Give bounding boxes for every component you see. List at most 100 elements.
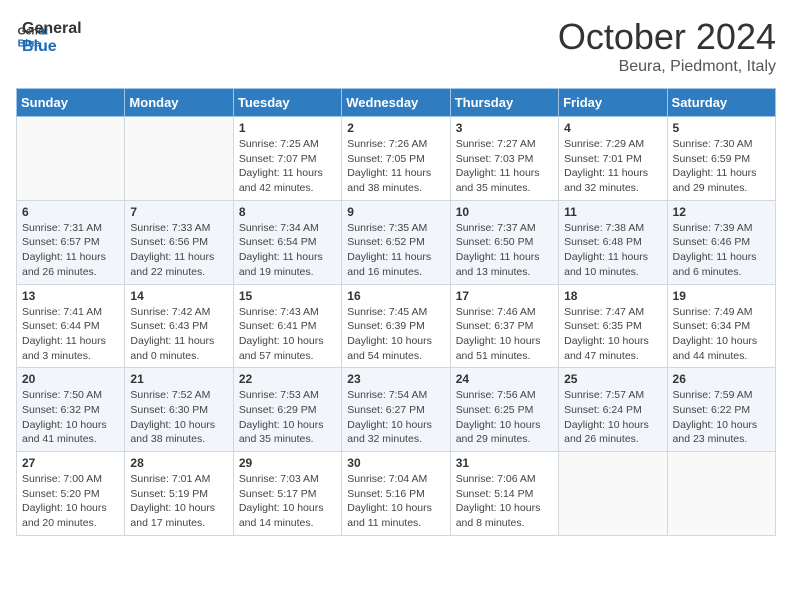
day-number: 9 — [347, 205, 444, 219]
day-number: 31 — [456, 456, 553, 470]
day-number: 8 — [239, 205, 336, 219]
calendar-cell: 15 Sunrise: 7:43 AMSunset: 6:41 PMDayligh… — [233, 284, 341, 368]
calendar-cell — [559, 452, 667, 536]
day-number: 6 — [22, 205, 119, 219]
calendar-cell: 6 Sunrise: 7:31 AMSunset: 6:57 PMDaylight… — [17, 200, 125, 284]
day-number: 24 — [456, 372, 553, 386]
calendar-cell: 23 Sunrise: 7:54 AMSunset: 6:27 PMDayligh… — [342, 368, 450, 452]
cell-info: Sunrise: 7:49 AMSunset: 6:34 PMDaylight:… — [673, 305, 770, 364]
logo: General Blue General Blue — [16, 16, 82, 55]
cell-info: Sunrise: 7:50 AMSunset: 6:32 PMDaylight:… — [22, 388, 119, 447]
day-number: 28 — [130, 456, 227, 470]
cell-info: Sunrise: 7:27 AMSunset: 7:03 PMDaylight:… — [456, 137, 553, 196]
cell-info: Sunrise: 7:41 AMSunset: 6:44 PMDaylight:… — [22, 305, 119, 364]
day-number: 23 — [347, 372, 444, 386]
calendar-cell: 17Sunrise: 7:46 AMSunset: 6:37 PMDayligh… — [450, 284, 558, 368]
day-number: 19 — [673, 289, 770, 303]
cell-info: Sunrise: 7:37 AMSunset: 6:50 PMDaylight:… — [456, 221, 553, 280]
day-number: 1 — [239, 121, 336, 135]
day-header-thursday: Thursday — [450, 89, 558, 117]
day-number: 12 — [673, 205, 770, 219]
cell-info: Sunrise: 7:45 AMSunset: 6:39 PMDaylight:… — [347, 305, 444, 364]
day-number: 2 — [347, 121, 444, 135]
cell-info: Sunrise: 7:34 AMSunset: 6:54 PMDaylight:… — [239, 221, 336, 280]
title-block: October 2024 Beura, Piedmont, Italy — [558, 16, 776, 76]
calendar-cell: 24 Sunrise: 7:56 AMSunset: 6:25 PMDayligh… — [450, 368, 558, 452]
cell-info: Sunrise: 7:00 AMSunset: 5:20 PMDaylight:… — [22, 472, 119, 531]
cell-info: Sunrise: 7:26 AMSunset: 7:05 PMDaylight:… — [347, 137, 444, 196]
logo-general: General — [22, 20, 82, 38]
cell-info: Sunrise: 7:06 AMSunset: 5:14 PMDaylight:… — [456, 472, 553, 531]
cell-info: Sunrise: 7:04 AMSunset: 5:16 PMDaylight:… — [347, 472, 444, 531]
cell-info: Sunrise: 7:56 AMSunset: 6:25 PMDaylight:… — [456, 388, 553, 447]
day-header-monday: Monday — [125, 89, 233, 117]
day-header-sunday: Sunday — [17, 89, 125, 117]
cell-info: Sunrise: 7:29 AMSunset: 7:01 PMDaylight:… — [564, 137, 661, 196]
cell-info: Sunrise: 7:59 AMSunset: 6:22 PMDaylight:… — [673, 388, 770, 447]
calendar-cell: 29 Sunrise: 7:03 AMSunset: 5:17 PMDayligh… — [233, 452, 341, 536]
calendar-cell: 31 Sunrise: 7:06 AMSunset: 5:14 PMDayligh… — [450, 452, 558, 536]
month-title: October 2024 — [558, 16, 776, 58]
page-header: General Blue General Blue October 2024 B… — [16, 16, 776, 76]
cell-info: Sunrise: 7:03 AMSunset: 5:17 PMDaylight:… — [239, 472, 336, 531]
cell-info: Sunrise: 7:52 AMSunset: 6:30 PMDaylight:… — [130, 388, 227, 447]
cell-info: Sunrise: 7:35 AMSunset: 6:52 PMDaylight:… — [347, 221, 444, 280]
day-number: 13 — [22, 289, 119, 303]
calendar-week-row: 13 Sunrise: 7:41 AMSunset: 6:44 PMDayligh… — [17, 284, 776, 368]
day-number: 22 — [239, 372, 336, 386]
calendar-cell — [17, 117, 125, 201]
cell-info: Sunrise: 7:25 AMSunset: 7:07 PMDaylight:… — [239, 137, 336, 196]
cell-info: Sunrise: 7:01 AMSunset: 5:19 PMDaylight:… — [130, 472, 227, 531]
calendar-cell — [667, 452, 775, 536]
day-number: 18 — [564, 289, 661, 303]
cell-info: Sunrise: 7:46 AMSunset: 6:37 PMDaylight:… — [456, 305, 553, 364]
calendar-cell: 11Sunrise: 7:38 AMSunset: 6:48 PMDayligh… — [559, 200, 667, 284]
cell-info: Sunrise: 7:57 AMSunset: 6:24 PMDaylight:… — [564, 388, 661, 447]
location: Beura, Piedmont, Italy — [558, 58, 776, 76]
cell-info: Sunrise: 7:39 AMSunset: 6:46 PMDaylight:… — [673, 221, 770, 280]
calendar-week-row: 1 Sunrise: 7:25 AMSunset: 7:07 PMDaylight… — [17, 117, 776, 201]
calendar-week-row: 27 Sunrise: 7:00 AMSunset: 5:20 PMDayligh… — [17, 452, 776, 536]
cell-info: Sunrise: 7:31 AMSunset: 6:57 PMDaylight:… — [22, 221, 119, 280]
calendar-cell: 14Sunrise: 7:42 AMSunset: 6:43 PMDayligh… — [125, 284, 233, 368]
cell-info: Sunrise: 7:38 AMSunset: 6:48 PMDaylight:… — [564, 221, 661, 280]
day-header-wednesday: Wednesday — [342, 89, 450, 117]
day-number: 21 — [130, 372, 227, 386]
calendar-cell: 25 Sunrise: 7:57 AMSunset: 6:24 PMDayligh… — [559, 368, 667, 452]
day-number: 5 — [673, 121, 770, 135]
calendar-cell: 26Sunrise: 7:59 AMSunset: 6:22 PMDayligh… — [667, 368, 775, 452]
calendar-cell — [125, 117, 233, 201]
day-number: 25 — [564, 372, 661, 386]
day-number: 29 — [239, 456, 336, 470]
day-number: 20 — [22, 372, 119, 386]
calendar-cell: 13 Sunrise: 7:41 AMSunset: 6:44 PMDayligh… — [17, 284, 125, 368]
calendar-cell: 30 Sunrise: 7:04 AMSunset: 5:16 PMDayligh… — [342, 452, 450, 536]
calendar-header-row: SundayMondayTuesdayWednesdayThursdayFrid… — [17, 89, 776, 117]
calendar-cell: 16 Sunrise: 7:45 AMSunset: 6:39 PMDayligh… — [342, 284, 450, 368]
day-number: 16 — [347, 289, 444, 303]
cell-info: Sunrise: 7:53 AMSunset: 6:29 PMDaylight:… — [239, 388, 336, 447]
day-number: 14 — [130, 289, 227, 303]
day-number: 4 — [564, 121, 661, 135]
calendar-cell: 2 Sunrise: 7:26 AMSunset: 7:05 PMDaylight… — [342, 117, 450, 201]
day-header-tuesday: Tuesday — [233, 89, 341, 117]
calendar-cell: 12 Sunrise: 7:39 AMSunset: 6:46 PMDayligh… — [667, 200, 775, 284]
calendar-cell: 1 Sunrise: 7:25 AMSunset: 7:07 PMDaylight… — [233, 117, 341, 201]
calendar-cell: 7 Sunrise: 7:33 AMSunset: 6:56 PMDaylight… — [125, 200, 233, 284]
day-number: 15 — [239, 289, 336, 303]
cell-info: Sunrise: 7:43 AMSunset: 6:41 PMDaylight:… — [239, 305, 336, 364]
cell-info: Sunrise: 7:33 AMSunset: 6:56 PMDaylight:… — [130, 221, 227, 280]
day-number: 10 — [456, 205, 553, 219]
calendar-week-row: 6 Sunrise: 7:31 AMSunset: 6:57 PMDaylight… — [17, 200, 776, 284]
day-number: 27 — [22, 456, 119, 470]
day-header-saturday: Saturday — [667, 89, 775, 117]
calendar-cell: 9 Sunrise: 7:35 AMSunset: 6:52 PMDaylight… — [342, 200, 450, 284]
calendar-cell: 4 Sunrise: 7:29 AMSunset: 7:01 PMDaylight… — [559, 117, 667, 201]
calendar-cell: 8 Sunrise: 7:34 AMSunset: 6:54 PMDaylight… — [233, 200, 341, 284]
calendar-cell: 21 Sunrise: 7:52 AMSunset: 6:30 PMDayligh… — [125, 368, 233, 452]
day-number: 30 — [347, 456, 444, 470]
calendar-week-row: 20 Sunrise: 7:50 AMSunset: 6:32 PMDayligh… — [17, 368, 776, 452]
calendar-cell: 22 Sunrise: 7:53 AMSunset: 6:29 PMDayligh… — [233, 368, 341, 452]
cell-info: Sunrise: 7:54 AMSunset: 6:27 PMDaylight:… — [347, 388, 444, 447]
day-number: 7 — [130, 205, 227, 219]
